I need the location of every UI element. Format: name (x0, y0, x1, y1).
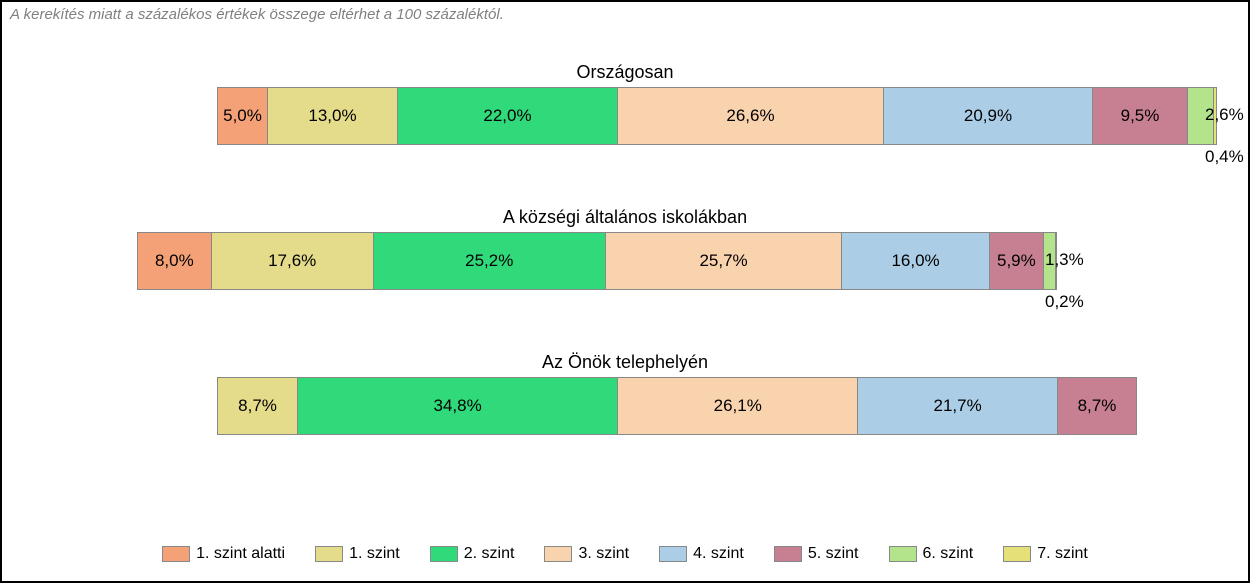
bar-group: A községi általános iskolákban8,0%17,6%2… (2, 207, 1248, 334)
segment-l4: 16,0% (841, 232, 988, 290)
segment-l1: 17,6% (211, 232, 373, 290)
legend-label: 6. szint (923, 545, 974, 563)
segment-l0: 8,0% (137, 232, 211, 290)
segment-l4: 20,9% (883, 87, 1092, 145)
overflow-label-l6: 1,3% (1045, 250, 1084, 270)
legend-swatch (659, 546, 687, 562)
legend-swatch (774, 546, 802, 562)
legend-label: 3. szint (578, 545, 629, 563)
legend-swatch (1003, 546, 1031, 562)
segment-l2: 34,8% (297, 377, 617, 435)
segment-l1: 13,0% (267, 87, 397, 145)
legend-swatch (430, 546, 458, 562)
chart-area: Országosan5,0%13,0%22,0%26,6%20,9%9,5%2,… (2, 62, 1248, 453)
segment-l3: 26,1% (617, 377, 857, 435)
segment-l0: 5,0% (217, 87, 267, 145)
stacked-bar: 8,7%34,8%26,1%21,7%8,7% (217, 377, 1137, 435)
segment-l5: 8,7% (1057, 377, 1137, 435)
legend-item-l7: 7. szint (1003, 545, 1088, 563)
legend-label: 1. szint alatti (196, 545, 285, 563)
segment-l5: 5,9% (989, 232, 1043, 290)
legend-item-l5: 5. szint (774, 545, 859, 563)
bar-title: Országosan (2, 62, 1248, 83)
overflow-label-l6: 2,6% (1205, 105, 1244, 125)
legend-item-l2: 2. szint (430, 545, 515, 563)
legend-item-l1: 1. szint (315, 545, 400, 563)
bar-title: A községi általános iskolákban (2, 207, 1248, 228)
legend: 1. szint alatti 1. szint 2. szint 3. szint 4… (2, 545, 1248, 563)
legend-swatch (162, 546, 190, 562)
stacked-bar: 8,0%17,6%25,2%25,7%16,0%5,9% (137, 232, 1057, 290)
bar-group: Az Önök telephelyén8,7%34,8%26,1%21,7%8,… (2, 352, 1248, 435)
segment-l5: 9,5% (1092, 87, 1187, 145)
legend-swatch (889, 546, 917, 562)
overflow-label-l7: 0,2% (1045, 292, 1084, 312)
overflow-label-l7: 0,4% (1205, 147, 1244, 167)
stacked-bar: 5,0%13,0%22,0%26,6%20,9%9,5% (217, 87, 1217, 145)
segment-l3: 26,6% (617, 87, 883, 145)
legend-label: 1. szint (349, 545, 400, 563)
rounding-note: A kerekítés miatt a százalékos értékek ö… (10, 6, 504, 23)
legend-item-l0: 1. szint alatti (162, 545, 285, 563)
legend-swatch (544, 546, 572, 562)
legend-item-l3: 3. szint (544, 545, 629, 563)
segment-l1: 8,7% (217, 377, 297, 435)
bar-holder: 8,0%17,6%25,2%25,7%16,0%5,9%1,3% 0,2% (2, 232, 1248, 334)
legend-label: 2. szint (464, 545, 515, 563)
chart-frame: A kerekítés miatt a százalékos értékek ö… (0, 0, 1250, 583)
legend-label: 7. szint (1037, 545, 1088, 563)
legend-swatch (315, 546, 343, 562)
segment-l2: 25,2% (373, 232, 605, 290)
segment-l2: 22,0% (397, 87, 617, 145)
bar-title: Az Önök telephelyén (2, 352, 1248, 373)
bar-group: Országosan5,0%13,0%22,0%26,6%20,9%9,5%2,… (2, 62, 1248, 189)
bar-holder: 8,7%34,8%26,1%21,7%8,7% (2, 377, 1248, 435)
legend-item-l4: 4. szint (659, 545, 744, 563)
legend-label: 5. szint (808, 545, 859, 563)
segment-l3: 25,7% (605, 232, 842, 290)
legend-item-l6: 6. szint (889, 545, 974, 563)
legend-label: 4. szint (693, 545, 744, 563)
bar-holder: 5,0%13,0%22,0%26,6%20,9%9,5%2,6%0,4% (2, 87, 1248, 189)
segment-l4: 21,7% (857, 377, 1057, 435)
